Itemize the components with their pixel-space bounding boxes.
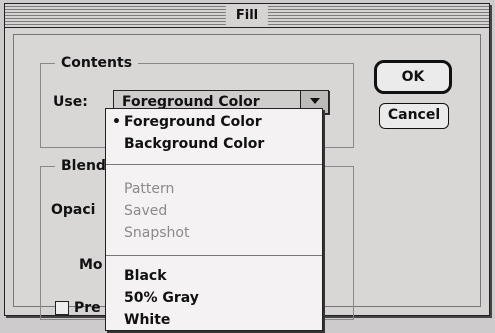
menu-separator: [106, 164, 322, 165]
use-dropdown-menu: • Foreground Color Background Color Patt…: [105, 108, 323, 331]
opacity-label: Opaci: [51, 202, 96, 218]
contents-legend: Contents: [55, 53, 139, 73]
menu-item-white[interactable]: White: [124, 311, 170, 329]
window-title: Fill: [225, 6, 269, 26]
mode-label: Mo: [79, 257, 103, 273]
chevron-down-icon: [310, 98, 320, 104]
menu-item-snapshot[interactable]: Snapshot: [124, 224, 189, 242]
ok-button[interactable]: OK: [374, 60, 452, 94]
preserve-transparency-checkbox[interactable]: [55, 301, 69, 315]
menu-separator: [106, 255, 322, 256]
cancel-button[interactable]: Cancel: [379, 103, 449, 129]
menu-item-saved[interactable]: Saved: [124, 202, 167, 220]
preserve-label: Pre: [74, 300, 101, 316]
menu-item-black[interactable]: Black: [124, 267, 167, 285]
checkmark-bullet-icon: •: [112, 114, 121, 130]
blending-legend: Blend: [55, 156, 112, 176]
title-bar[interactable]: Fill: [5, 4, 489, 28]
use-label: Use:: [53, 94, 88, 110]
menu-item-foreground-color[interactable]: Foreground Color: [124, 113, 262, 131]
menu-item-background-color[interactable]: Background Color: [124, 135, 264, 153]
menu-item-50-gray[interactable]: 50% Gray: [124, 289, 199, 307]
menu-item-pattern[interactable]: Pattern: [124, 180, 174, 198]
